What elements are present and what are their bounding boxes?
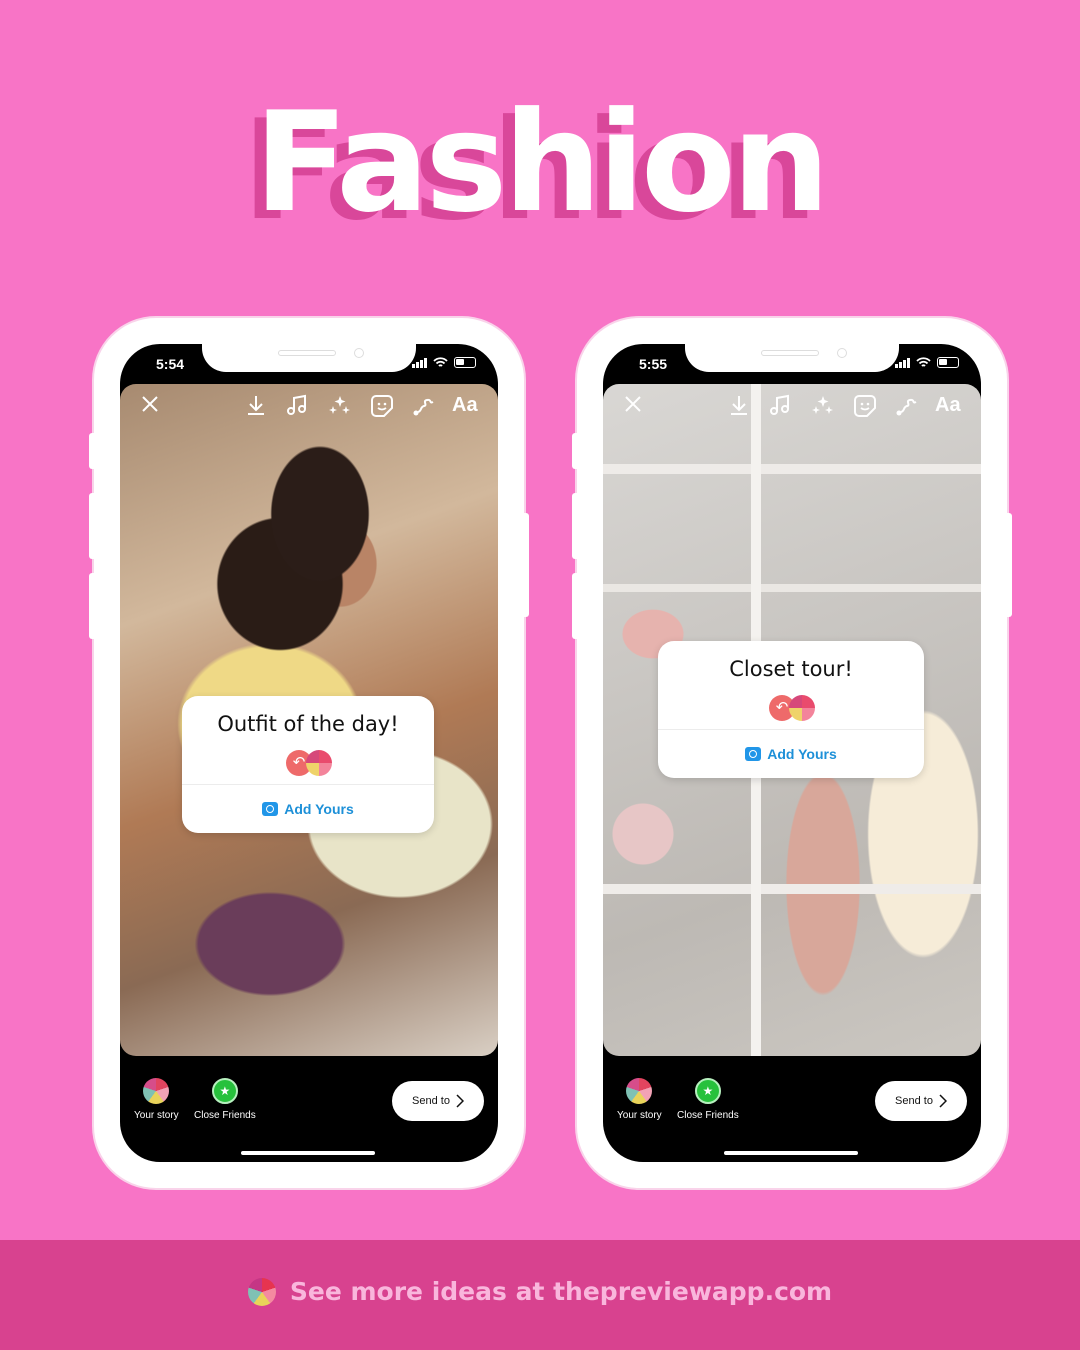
side-button — [89, 493, 97, 559]
wifi-icon — [433, 357, 448, 367]
star-icon: ★ — [211, 1078, 238, 1104]
side-button — [572, 433, 580, 469]
signal-icon — [412, 357, 427, 368]
preview-app-avatar-icon — [789, 695, 815, 721]
your-story-label: Your story — [617, 1110, 662, 1121]
sticker-prompt: Outfit of the day! — [217, 712, 399, 736]
camera-icon — [262, 802, 279, 816]
side-button — [572, 573, 580, 639]
story-editor-screen: 5:55 Aa Closet tour! ↶ Add Yours Your st… — [603, 344, 981, 1162]
wifi-icon — [916, 357, 931, 367]
preview-app-avatar-icon — [306, 750, 332, 776]
close-icon[interactable] — [623, 394, 643, 414]
text-tool-button[interactable]: Aa — [935, 394, 961, 416]
sticker-prompt: Closet tour! — [729, 657, 853, 681]
add-yours-label: Add Yours — [284, 801, 354, 817]
music-icon[interactable] — [286, 394, 308, 416]
sparkles-icon[interactable] — [328, 394, 352, 416]
your-story-icon — [626, 1078, 653, 1104]
music-icon[interactable] — [769, 394, 791, 416]
your-story-button[interactable]: Your story — [134, 1078, 179, 1121]
side-button — [89, 433, 97, 469]
status-icons — [412, 357, 476, 368]
participant-avatars: ↶ — [658, 689, 924, 729]
add-yours-button[interactable]: Add Yours — [658, 730, 924, 778]
sticker-icon[interactable] — [370, 394, 394, 418]
notch — [202, 344, 416, 372]
battery-icon — [937, 357, 959, 368]
side-button — [521, 513, 529, 617]
download-icon[interactable] — [729, 394, 749, 416]
notch — [685, 344, 899, 372]
draw-icon[interactable] — [895, 394, 919, 418]
phone-mockup-1: 5:54 Aa Outfit of the day! ↶ Add Yours Y… — [89, 318, 529, 1188]
phone-mockup-2: 5:55 Aa Closet tour! ↶ Add Yours Your st… — [572, 318, 1012, 1188]
draw-icon[interactable] — [412, 394, 436, 418]
story-toolbar: Aa — [120, 384, 498, 428]
add-yours-label: Add Yours — [767, 746, 837, 762]
send-to-button[interactable]: Send to — [875, 1081, 967, 1121]
battery-icon — [454, 357, 476, 368]
sparkles-icon[interactable] — [811, 394, 835, 416]
close-friends-button[interactable]: ★ Close Friends — [677, 1078, 739, 1121]
preview-app-logo-icon — [247, 1277, 276, 1306]
sticker-icon[interactable] — [853, 394, 877, 418]
status-time: 5:55 — [639, 356, 668, 372]
star-icon: ★ — [694, 1078, 721, 1104]
your-story-button[interactable]: Your story — [617, 1078, 662, 1121]
camera-icon — [745, 747, 762, 761]
side-button — [1004, 513, 1012, 617]
send-to-label: Send to — [895, 1095, 933, 1107]
participant-avatars: ↶ — [182, 744, 434, 784]
send-to-label: Send to — [412, 1095, 450, 1107]
status-icons — [895, 357, 959, 368]
side-button — [572, 493, 580, 559]
chevron-right-icon — [939, 1094, 947, 1108]
signal-icon — [895, 357, 910, 368]
download-icon[interactable] — [246, 394, 266, 416]
share-bar: Your story ★ Close Friends Send to — [120, 1056, 498, 1162]
story-toolbar: Aa — [603, 384, 981, 428]
close-friends-label: Close Friends — [677, 1110, 739, 1121]
footer-link-text[interactable]: See more ideas at thepreviewapp.com — [290, 1277, 832, 1306]
text-tool-button[interactable]: Aa — [452, 394, 478, 416]
share-bar: Your story ★ Close Friends Send to — [603, 1056, 981, 1162]
add-yours-sticker[interactable]: Closet tour! ↶ Add Yours — [658, 641, 924, 778]
close-friends-label: Close Friends — [194, 1110, 256, 1121]
add-yours-button[interactable]: Add Yours — [182, 785, 434, 833]
page-title: Fashion — [253, 82, 830, 243]
footer-banner: See more ideas at thepreviewapp.com — [0, 1240, 1080, 1350]
home-indicator — [724, 1151, 858, 1155]
close-friends-button[interactable]: ★ Close Friends — [194, 1078, 256, 1121]
add-yours-sticker[interactable]: Outfit of the day! ↶ Add Yours — [182, 696, 434, 833]
your-story-label: Your story — [134, 1110, 179, 1121]
close-icon[interactable] — [140, 394, 160, 414]
your-story-icon — [143, 1078, 170, 1104]
side-button — [89, 573, 97, 639]
chevron-right-icon — [456, 1094, 464, 1108]
home-indicator — [241, 1151, 375, 1155]
header: Fashion Fashion — [0, 82, 1080, 246]
send-to-button[interactable]: Send to — [392, 1081, 484, 1121]
story-editor-screen: 5:54 Aa Outfit of the day! ↶ Add Yours Y… — [120, 344, 498, 1162]
status-time: 5:54 — [156, 356, 185, 372]
